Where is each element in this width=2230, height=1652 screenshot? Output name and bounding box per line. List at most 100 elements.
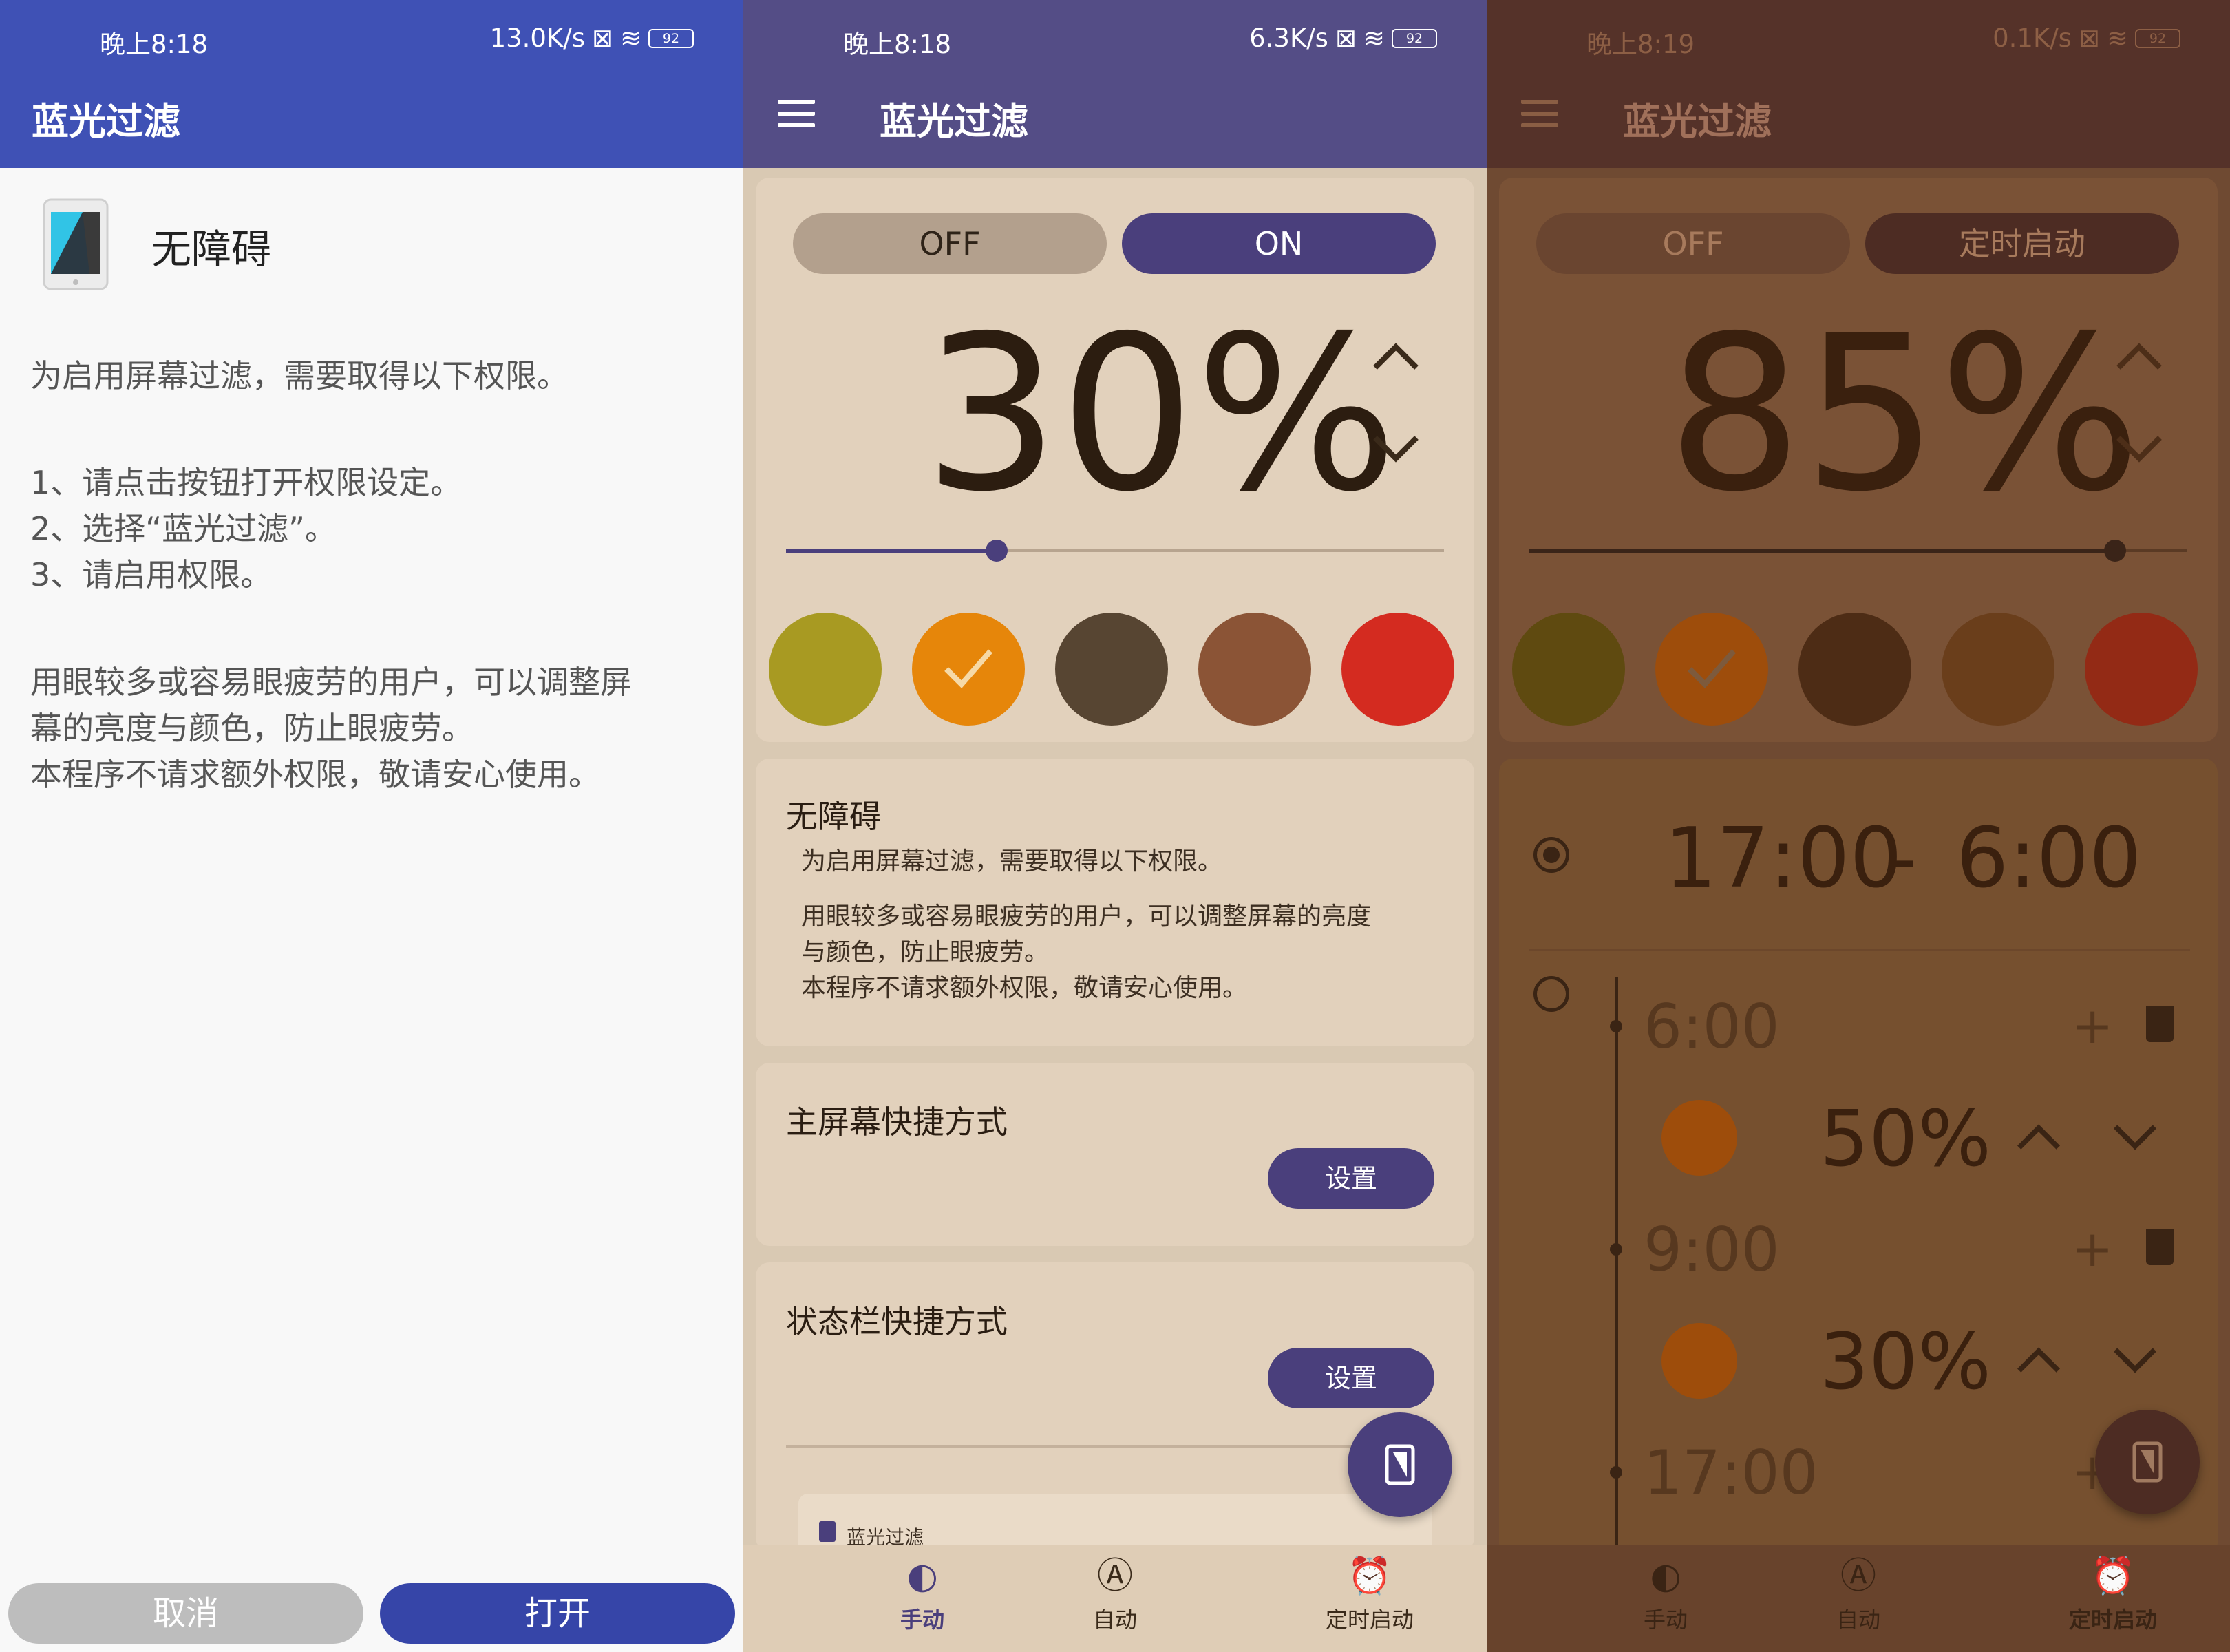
schedule-time[interactable]: 17:00 <box>1644 1437 1818 1508</box>
phone-icon <box>2132 1441 2163 1483</box>
chevron-down-icon[interactable] <box>2112 1122 2158 1152</box>
wifi-icon: ≋ <box>2106 23 2128 53</box>
network-speed: 13.0K/s <box>489 23 585 53</box>
page-title: 蓝光过滤 <box>1623 100 1772 143</box>
schedule-time[interactable]: 9:00 <box>1644 1214 1780 1285</box>
network-speed: 6.3K/s <box>1249 23 1328 53</box>
nav-auto-label: 自动 <box>1092 1607 1137 1633</box>
statusbar-shortcut-set-button[interactable]: 设置 <box>1268 1348 1434 1408</box>
chevron-up-icon[interactable] <box>2015 1345 2062 1375</box>
add-icon[interactable]: + <box>2072 997 2113 1055</box>
open-button[interactable]: 打开 <box>380 1583 735 1644</box>
radio-unselected[interactable] <box>1533 976 1569 1012</box>
color-swatch[interactable] <box>2085 613 2198 726</box>
check-icon <box>944 649 993 688</box>
nav-timer[interactable]: ⏰ 定时启动 <box>1266 1556 1473 1634</box>
slider-thumb[interactable] <box>2103 540 2126 562</box>
status-bar: 晚上8:18 6.3K/s ⊠ ≋ 92 <box>743 0 1487 62</box>
menu-icon[interactable] <box>1521 100 1558 127</box>
chevron-down-icon[interactable] <box>2112 1345 2158 1375</box>
divider <box>1529 949 2190 951</box>
wifi-icon: ≋ <box>619 23 641 53</box>
on-button[interactable]: ON <box>1122 213 1436 274</box>
range-separator: - <box>1887 811 1918 907</box>
nav-timer[interactable]: ⏰ 定时启动 <box>2010 1556 2216 1634</box>
app-icon <box>819 1521 836 1542</box>
accessibility-desc-2: 与颜色，防止眼疲劳。 <box>801 938 1050 966</box>
accessibility-desc-3: 本程序不请求额外权限，敬请安心使用。 <box>801 974 1248 1002</box>
toggle-filter-fab[interactable] <box>2095 1410 2200 1514</box>
off-button[interactable]: OFF <box>793 213 1107 274</box>
page-title: 蓝光过滤 <box>32 100 180 143</box>
timeline-dot <box>1610 1466 1622 1479</box>
alarm-icon: ⏰ <box>1347 1556 1392 1597</box>
nav-auto-label: 自动 <box>1836 1607 1880 1633</box>
phone-icon <box>43 198 109 290</box>
step-1: 1、请点击按钮打开权限设定。 <box>30 464 463 501</box>
cancel-button[interactable]: 取消 <box>8 1583 363 1644</box>
accessibility-label: 无障碍 <box>151 226 272 273</box>
color-swatch[interactable] <box>1198 613 1311 726</box>
timeline-dot <box>1610 1020 1622 1032</box>
color-swatch[interactable] <box>1055 613 1168 726</box>
manual-screen: 晚上8:18 6.3K/s ⊠ ≋ 92 蓝光过滤 OFF ON 30% 无障碍… <box>743 0 1487 1652</box>
timeline-dot <box>1610 1243 1622 1256</box>
status-bar: 晚上8:18 13.0K/s ⊠ ≋ 92 <box>0 0 743 62</box>
add-icon[interactable]: + <box>2072 1220 2113 1278</box>
wifi-icon: ≋ <box>1363 23 1385 53</box>
step-3: 3、请启用权限。 <box>30 556 273 593</box>
step-2: 2、选择“蓝光过滤”。 <box>30 510 337 547</box>
delete-icon[interactable] <box>2146 1006 2174 1042</box>
sim-icon: ⊠ <box>1335 23 1357 53</box>
delete-icon[interactable] <box>2146 1229 2174 1265</box>
nav-manual-label: 手动 <box>1643 1607 1688 1633</box>
menu-icon[interactable] <box>778 100 815 127</box>
toggle-filter-fab[interactable] <box>1348 1412 1452 1517</box>
chevron-up-icon[interactable] <box>2015 1122 2062 1152</box>
intensity-slider[interactable] <box>1529 537 2187 564</box>
network-speed: 0.1K/s <box>1993 23 2072 53</box>
sim-icon: ⊠ <box>591 23 613 53</box>
chevron-down-icon[interactable] <box>1371 434 1421 464</box>
color-swatch[interactable] <box>769 613 882 726</box>
off-button[interactable]: OFF <box>1536 213 1850 274</box>
color-swatch[interactable] <box>1512 613 1625 726</box>
status-time: 晚上8:19 <box>1586 30 1695 59</box>
alarm-icon: ⏰ <box>2090 1556 2136 1597</box>
home-shortcut-set-button[interactable]: 设置 <box>1268 1148 1434 1209</box>
nav-manual[interactable]: ◐ 手动 <box>826 1556 1019 1634</box>
battery-icon: 92 <box>2135 28 2180 48</box>
slider-fill <box>786 549 997 553</box>
radio-selected[interactable] <box>1533 837 1569 873</box>
timer-mode-button[interactable]: 定时启动 <box>1865 213 2179 274</box>
schedule-percent: 30% <box>1820 1317 1991 1407</box>
range-start[interactable]: 17:00 <box>1664 811 1902 907</box>
nav-auto[interactable]: Ⓐ 自动 <box>1762 1556 1955 1634</box>
auto-brightness-icon: Ⓐ <box>1096 1556 1133 1597</box>
intro-text: 为启用屏幕过滤，需要取得以下权限。 <box>30 357 569 394</box>
desc-line-1: 用眼较多或容易眼疲劳的用户，可以调整屏 <box>30 664 632 701</box>
chevron-up-icon[interactable] <box>2114 341 2164 372</box>
nav-timer-label: 定时启动 <box>1325 1607 1414 1633</box>
schedule-color[interactable] <box>1661 1100 1737 1176</box>
desc-line-3: 本程序不请求额外权限，敬请安心使用。 <box>30 756 600 793</box>
schedule-percent: 50% <box>1820 1094 1991 1184</box>
range-end[interactable]: 6:00 <box>1956 811 2141 907</box>
notification-preview: 蓝光过滤 <box>798 1494 1432 1549</box>
status-bar: 晚上8:19 0.1K/s ⊠ ≋ 92 <box>1487 0 2230 62</box>
color-swatch[interactable] <box>1942 613 2054 726</box>
nav-manual[interactable]: ◐ 手动 <box>1569 1556 1762 1634</box>
color-swatch[interactable] <box>1341 613 1454 726</box>
intensity-slider[interactable] <box>786 537 1444 564</box>
chevron-up-icon[interactable] <box>1371 341 1421 372</box>
brightness-icon: ◐ <box>1650 1556 1681 1597</box>
status-time: 晚上8:18 <box>843 30 952 59</box>
filter-percent: 30% <box>924 290 1399 539</box>
phone-icon <box>1385 1444 1415 1485</box>
schedule-time[interactable]: 6:00 <box>1644 991 1780 1062</box>
schedule-color[interactable] <box>1661 1323 1737 1399</box>
nav-auto[interactable]: Ⓐ 自动 <box>1019 1556 1211 1634</box>
color-swatch[interactable] <box>1798 613 1911 726</box>
chevron-down-icon[interactable] <box>2114 434 2164 464</box>
slider-thumb[interactable] <box>985 540 1008 562</box>
